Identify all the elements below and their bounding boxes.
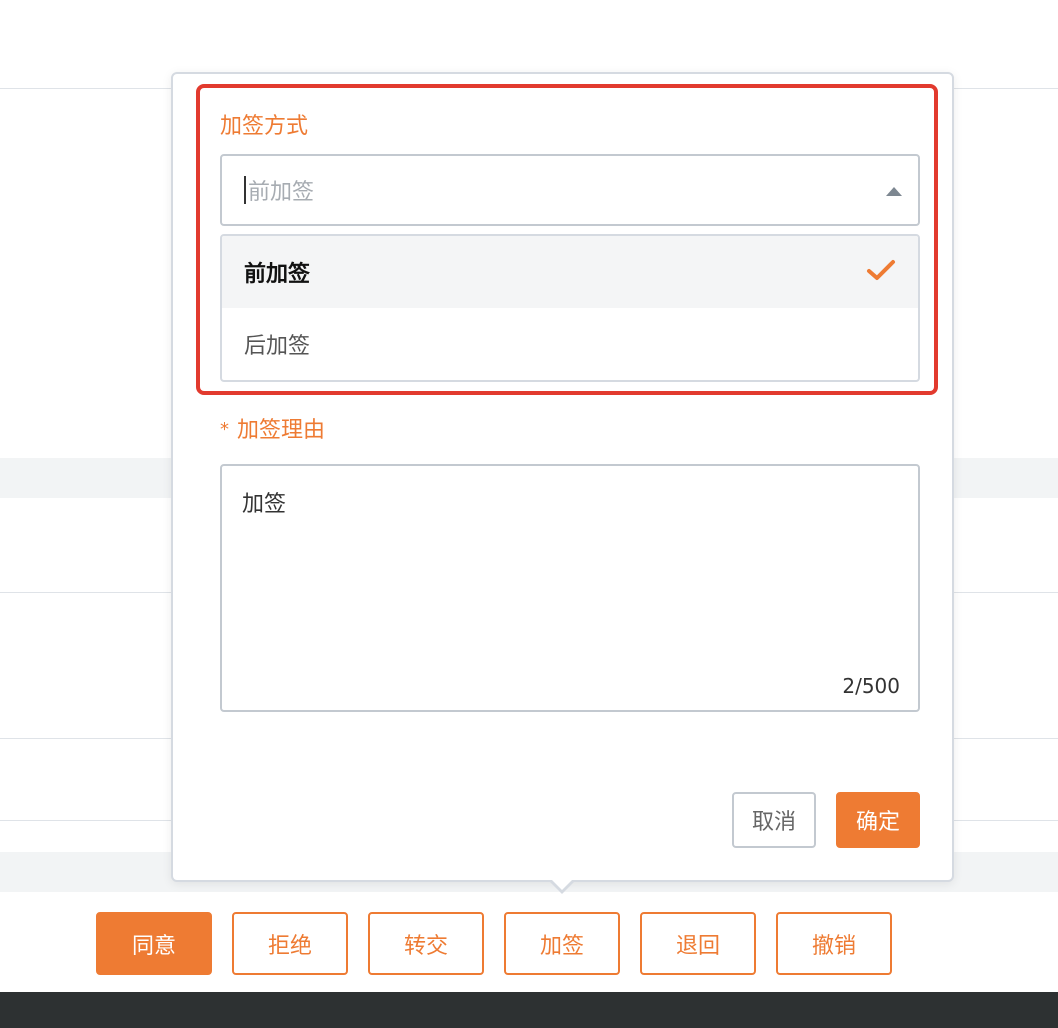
reason-label-text: 加签理由 xyxy=(237,418,326,443)
dropdown-option-after[interactable]: 后加签 xyxy=(222,308,918,380)
action-bar: 同意 拒绝 转交 加签 退回 撤销 xyxy=(96,912,892,975)
reason-textarea[interactable]: 加签 2/500 xyxy=(220,464,920,712)
option-label: 后加签 xyxy=(244,334,311,359)
cancel-button[interactable]: 取消 xyxy=(732,792,816,848)
method-select[interactable]: 前加签 xyxy=(220,154,920,226)
option-label: 前加签 xyxy=(244,262,311,287)
check-icon xyxy=(867,260,895,280)
revoke-button[interactable]: 撤销 xyxy=(776,912,892,975)
transfer-button[interactable]: 转交 xyxy=(368,912,484,975)
dropdown-option-before[interactable]: 前加签 xyxy=(222,236,918,308)
caret-up-icon[interactable] xyxy=(886,187,902,196)
char-counter: 2/500 xyxy=(842,674,900,698)
reason-label: * 加签理由 xyxy=(220,412,325,444)
confirm-button[interactable]: 确定 xyxy=(836,792,920,848)
method-label: 加签方式 xyxy=(220,114,309,139)
popover-arrow xyxy=(548,878,576,894)
required-mark: * xyxy=(220,419,229,440)
bottom-bar xyxy=(0,992,1058,1028)
return-button[interactable]: 退回 xyxy=(640,912,756,975)
approve-button[interactable]: 同意 xyxy=(96,912,212,975)
reason-value: 加签 xyxy=(242,492,287,517)
reject-button[interactable]: 拒绝 xyxy=(232,912,348,975)
method-select-placeholder: 前加签 xyxy=(248,180,315,205)
text-cursor xyxy=(244,176,246,204)
method-dropdown: 前加签 后加签 xyxy=(220,234,920,382)
add-signer-button[interactable]: 加签 xyxy=(504,912,620,975)
